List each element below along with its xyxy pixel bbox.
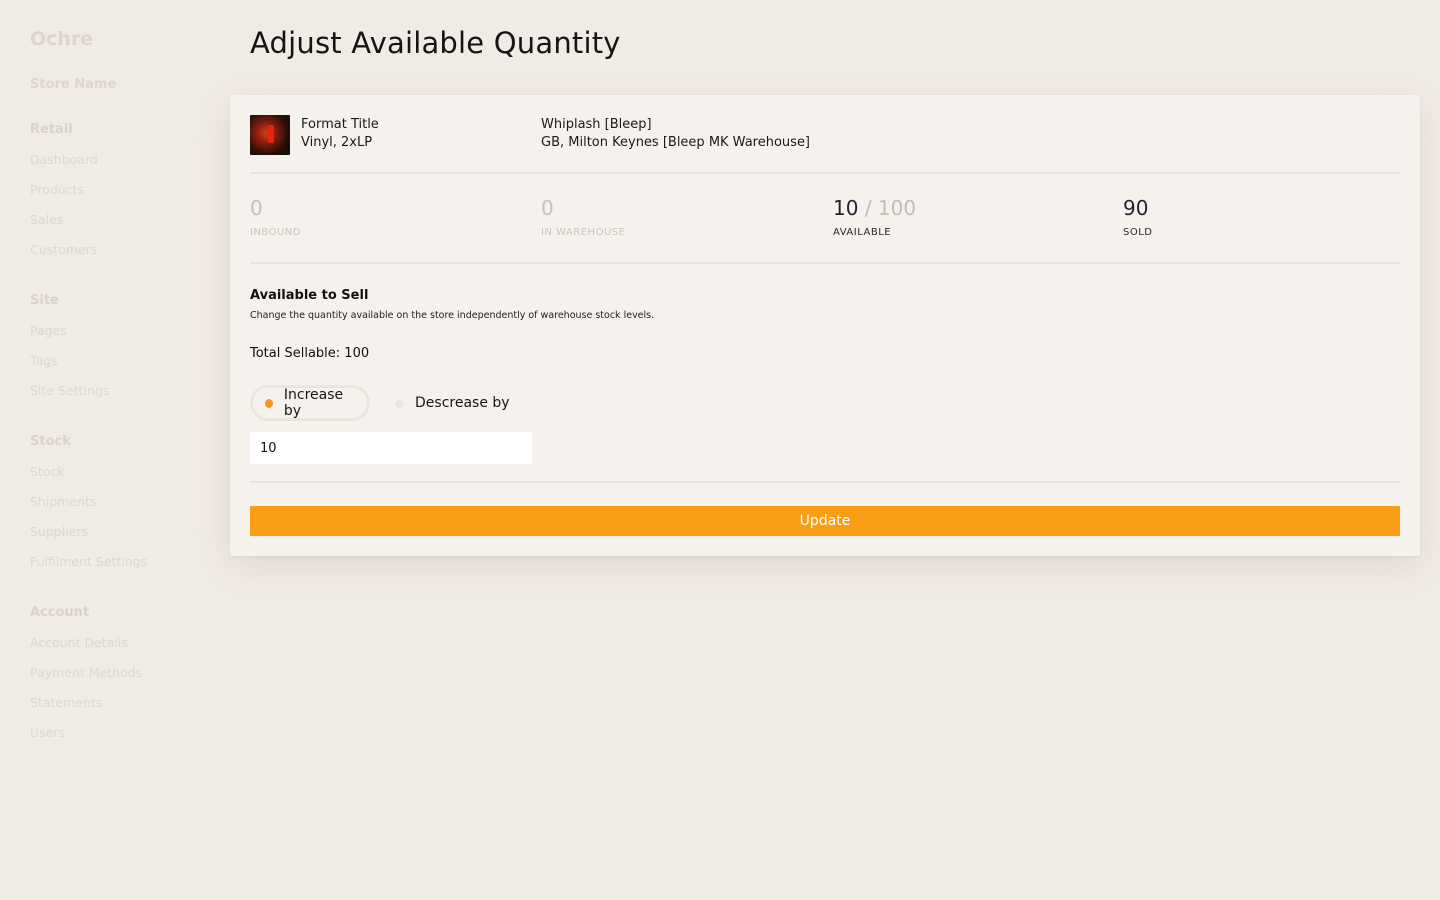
stat-value: 0 (250, 196, 263, 220)
decrease-by-radio[interactable]: Descrease by (383, 385, 533, 421)
divider (250, 172, 1400, 174)
increase-by-radio[interactable]: Increase by (250, 385, 370, 421)
sidebar-item-users[interactable]: Users (30, 718, 210, 748)
brand-logo[interactable]: Ochre (30, 26, 210, 52)
nav-group-site: Site Pages Tags Site Settings (30, 292, 210, 406)
store-name[interactable]: Store Name (30, 76, 210, 94)
stat-value: 0 (541, 196, 554, 220)
update-button[interactable]: Update (250, 506, 1400, 536)
stat-label: SOLD (1123, 227, 1153, 238)
nav-group-stock: Stock Stock Shipments Suppliers Fulfilme… (30, 433, 210, 577)
sidebar-item-suppliers[interactable]: Suppliers (30, 517, 210, 547)
quantity-input[interactable] (250, 432, 532, 464)
sidebar: Ochre Store Name Retail Dashboard Produc… (0, 0, 210, 900)
stat-available: 10 / 100 AVAILABLE (833, 195, 916, 238)
release-title: Whiplash [Bleep] (541, 117, 652, 132)
stat-sold: 90 SOLD (1123, 195, 1153, 238)
sidebar-item-products[interactable]: Products (30, 175, 210, 205)
section-title: Available to Sell (250, 288, 369, 303)
radio-label: Descrease by (415, 395, 510, 411)
stat-label: IN WAREHOUSE (541, 227, 626, 238)
nav-group-title: Retail (30, 122, 73, 137)
sidebar-item-stock[interactable]: Stock (30, 457, 210, 487)
divider (250, 481, 1400, 483)
sidebar-item-account-details[interactable]: Account Details (30, 628, 210, 658)
radio-unselected-icon (395, 398, 404, 408)
radio-selected-icon (265, 398, 273, 408)
sidebar-item-site-settings[interactable]: Site Settings (30, 376, 210, 406)
sidebar-item-fulfilment-settings[interactable]: Fulfilment Settings (30, 547, 210, 577)
stat-in-warehouse: 0 IN WAREHOUSE (541, 195, 625, 238)
page-title: Adjust Available Quantity (250, 26, 621, 60)
sidebar-item-tags[interactable]: Tags (30, 346, 210, 376)
sidebar-item-dashboard[interactable]: Dashboard (30, 145, 210, 175)
format-subtitle: Vinyl, 2xLP (301, 135, 373, 150)
stat-label: INBOUND (250, 227, 301, 238)
divider (250, 262, 1400, 264)
sidebar-item-payment-methods[interactable]: Payment Methods (30, 658, 210, 688)
nav-group-title: Stock (30, 434, 71, 449)
stat-value: 10 / 100 (833, 195, 916, 221)
total-sellable: Total Sellable: 100 (250, 346, 370, 361)
available-total: 100 (877, 196, 917, 220)
release-location: GB, Milton Keynes [Bleep MK Warehouse] (541, 135, 811, 150)
album-cover-image (250, 115, 290, 155)
stat-value: 90 (1123, 196, 1149, 220)
format-title: Format Title (301, 117, 379, 132)
stat-inbound: 0 INBOUND (250, 195, 301, 238)
nav-group-title: Site (30, 293, 59, 308)
nav-group-account: Account Account Details Payment Methods … (30, 604, 210, 748)
sidebar-item-statements[interactable]: Statements (30, 688, 210, 718)
sidebar-item-sales[interactable]: Sales (30, 205, 210, 235)
sidebar-item-customers[interactable]: Customers (30, 235, 210, 265)
sidebar-item-shipments[interactable]: Shipments (30, 487, 210, 517)
sidebar-item-pages[interactable]: Pages (30, 316, 210, 346)
available-separator: / (864, 196, 872, 220)
radio-label: Increase by (283, 387, 344, 419)
nav-group-title: Account (30, 605, 90, 620)
section-description: Change the quantity available on the sto… (250, 310, 655, 321)
stock-stats: 0 INBOUND 0 IN WAREHOUSE 10 / 100 AVAILA… (250, 195, 1400, 245)
product-row: Format Title Vinyl, 2xLP Whiplash [Bleep… (250, 115, 1400, 155)
nav-group-retail: Retail Dashboard Products Sales Customer… (30, 121, 210, 265)
available-count: 10 (833, 196, 859, 220)
adjust-quantity-card: Format Title Vinyl, 2xLP Whiplash [Bleep… (230, 95, 1420, 556)
stat-label: AVAILABLE (833, 227, 892, 238)
